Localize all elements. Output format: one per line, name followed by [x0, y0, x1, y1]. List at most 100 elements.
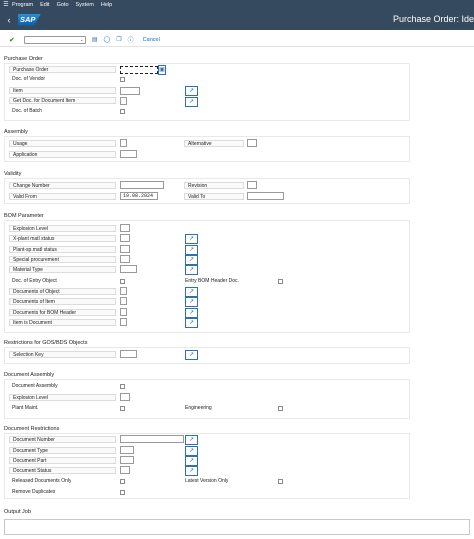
get-doc-multiple-selection-button[interactable]: ↗ [185, 97, 198, 107]
material-type-multiple-selection-button[interactable]: ↗ [185, 265, 198, 275]
section-assembly-title: Assembly [4, 129, 28, 135]
change-number-label: Change Number [9, 182, 116, 189]
section-doc-restrictions-title: Document Restrictions [4, 426, 60, 432]
doc-of-batch-checkbox[interactable] [120, 109, 125, 114]
x-plant-label: X-plant matl status [9, 235, 116, 242]
document-part-multiple-selection-button[interactable]: ↗ [185, 456, 198, 466]
docs-bom-header-label: Documents for BOM Header [9, 309, 116, 316]
info-icon[interactable]: ⓘ [128, 35, 134, 44]
document-status-multiple-selection-button[interactable]: ↗ [185, 466, 198, 476]
remove-duplicates-checkbox[interactable] [120, 490, 125, 495]
docs-item-multiple-selection-button[interactable]: ↗ [185, 297, 198, 307]
material-type-label: Material Type [9, 266, 116, 273]
engineering-checkbox[interactable] [278, 406, 283, 411]
docs-item-input[interactable] [120, 297, 127, 305]
x-plant-input[interactable] [120, 234, 130, 242]
plant-sp-multiple-selection-button[interactable]: ↗ [185, 245, 198, 255]
document-part-input[interactable] [120, 456, 134, 464]
selection-key-multiple-selection-button[interactable]: ↗ [185, 350, 198, 360]
docs-bom-header-multiple-selection-button[interactable]: ↗ [185, 308, 198, 318]
doc-entry-object-checkbox[interactable] [120, 279, 125, 284]
title-bar: ‹ SAP Purchase Order: Ide [0, 9, 474, 30]
doc-explosion-level-input[interactable] [120, 393, 130, 401]
document-type-input[interactable] [120, 446, 134, 454]
menu-program[interactable]: Program [12, 2, 33, 8]
section-doc-assembly-title: Document Assembly [4, 372, 55, 378]
application-input[interactable] [120, 150, 137, 158]
valid-to-input[interactable] [247, 192, 284, 200]
plant-maint-checkbox[interactable] [120, 406, 125, 411]
get-variant-icon[interactable]: ◯ [104, 36, 111, 43]
docs-bom-header-input[interactable] [120, 308, 127, 316]
docs-item-label: Documents of Item [9, 298, 116, 305]
valid-from-input[interactable]: 19.08.2024 [120, 192, 158, 200]
save-variant-icon[interactable]: ▤ [92, 36, 98, 43]
plant-sp-input[interactable] [120, 245, 130, 253]
get-doc-label: Get Doc. for Document Item [9, 97, 116, 104]
menu-system[interactable]: System [76, 2, 94, 8]
document-part-label: Document Part [9, 457, 116, 464]
menu-goto[interactable]: Goto [57, 2, 69, 8]
document-type-multiple-selection-button[interactable]: ↗ [185, 446, 198, 456]
toolbar: ✔ ⌄ ▤ ◯ ❐ ⓘ Cancel [0, 33, 474, 47]
item-multiple-selection-button[interactable]: ↗ [185, 86, 198, 96]
alternative-input[interactable] [247, 139, 257, 147]
menu-help[interactable]: Help [101, 2, 112, 8]
explosion-level-label: Explosion Level [9, 225, 116, 232]
chevron-down-icon[interactable]: ⌄ [80, 37, 84, 43]
purchase-order-f4-button[interactable]: ▣ [158, 65, 166, 75]
revision-label: Revision [184, 182, 244, 189]
x-plant-multiple-selection-button[interactable]: ↗ [185, 234, 198, 244]
menu-edit[interactable]: Edit [40, 2, 49, 8]
command-field[interactable]: ⌄ [23, 35, 86, 44]
item-is-document-multiple-selection-button[interactable]: ↗ [185, 318, 198, 328]
entry-bom-header-label: Entry BOM Header Doc. [185, 278, 239, 284]
latest-only-label: Latest Version Only [185, 478, 229, 484]
latest-only-checkbox[interactable] [278, 479, 283, 484]
docs-object-multiple-selection-button[interactable]: ↗ [185, 287, 198, 297]
back-icon[interactable]: ‹ [0, 15, 18, 25]
special-procurement-multiple-selection-button[interactable]: ↗ [185, 255, 198, 265]
cancel-button[interactable]: Cancel [143, 37, 160, 43]
docs-object-input[interactable] [120, 287, 127, 295]
released-only-label: Released Documents Only [12, 478, 72, 484]
document-number-multiple-selection-button[interactable]: ↗ [185, 435, 198, 445]
material-type-input[interactable] [120, 265, 137, 273]
menu-bar: ☰ Program Edit Goto System Help [0, 0, 474, 9]
purchase-order-input[interactable] [120, 66, 158, 74]
copy-icon[interactable]: ❐ [116, 36, 121, 43]
change-number-input[interactable] [120, 181, 164, 189]
plant-sp-label: Plant-sp.matl status [9, 246, 116, 253]
document-assembly-checkbox[interactable] [120, 384, 125, 389]
entry-bom-header-checkbox[interactable] [278, 279, 283, 284]
section-bom-title: BOM Parameter [4, 213, 44, 219]
item-is-document-label: Item is Document [9, 319, 116, 326]
doc-entry-object-label: Doc. of Entry Object [12, 278, 57, 284]
selection-key-input[interactable] [120, 350, 137, 358]
released-only-checkbox[interactable] [120, 479, 125, 484]
section-validity-title: Validity [4, 171, 22, 177]
document-status-input[interactable] [120, 466, 130, 474]
revision-input[interactable] [247, 181, 257, 189]
document-number-input[interactable] [120, 435, 184, 443]
explosion-level-input[interactable] [120, 224, 130, 232]
document-status-label: Document Status [9, 467, 116, 474]
item-label: Item [9, 87, 116, 94]
section-gos-title: Restrictions for GOS/BDS Objects [4, 340, 88, 346]
item-input[interactable] [120, 87, 140, 95]
document-number-label: Document Number [9, 436, 116, 443]
usage-input[interactable] [120, 139, 127, 147]
enter-check-icon[interactable]: ✔ [9, 36, 15, 44]
menu-icon[interactable]: ☰ [0, 1, 12, 8]
section-output [4, 519, 470, 535]
doc-of-batch-label: Doc. of Batch [12, 108, 43, 114]
document-assembly-label: Document Assembly [12, 383, 58, 389]
section-output-title: Output Job [4, 509, 31, 515]
valid-to-label: Valid To [184, 193, 244, 200]
get-doc-input[interactable] [120, 97, 127, 105]
doc-of-vendor-checkbox[interactable] [120, 77, 125, 82]
application-label: Application [9, 151, 116, 158]
item-is-document-input[interactable] [120, 318, 127, 326]
purchase-order-label: Purchase Order [9, 66, 116, 73]
special-procurement-input[interactable] [120, 255, 130, 263]
